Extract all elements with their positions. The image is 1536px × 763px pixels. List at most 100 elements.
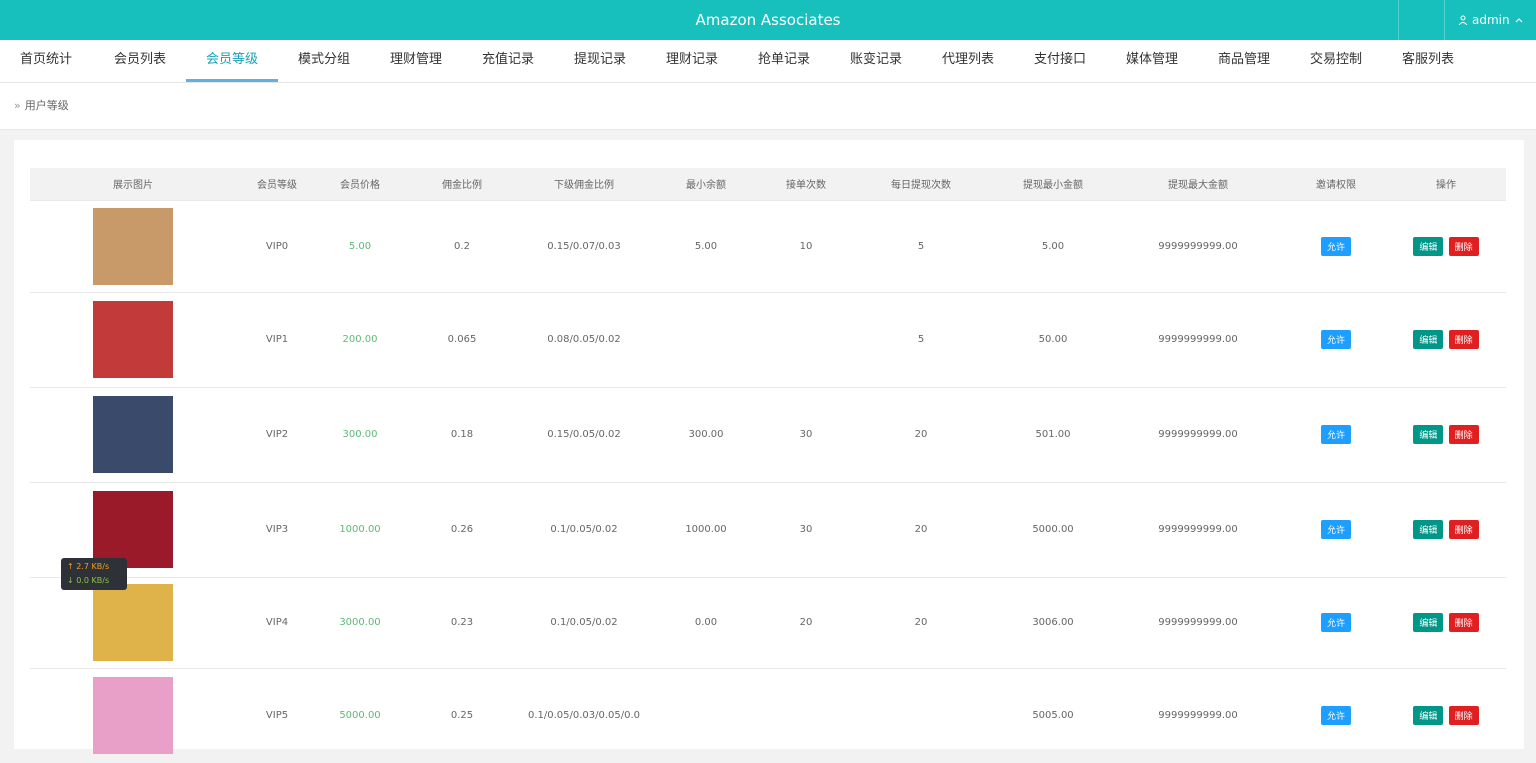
price-cell: 5.00: [318, 199, 402, 292]
column-header: 会员等级: [257, 180, 297, 192]
table-row: VIP4 3000.00 0.23 0.1/0.05/0.02 0.00 20 …: [30, 576, 1506, 668]
nav-item[interactable]: 会员等级: [186, 40, 278, 82]
nav-item[interactable]: 充值记录: [462, 40, 554, 80]
nav-item[interactable]: 媒体管理: [1106, 40, 1198, 80]
allow-badge[interactable]: 允许: [1320, 520, 1351, 539]
sub-commission-cell: 0.1/0.05/0.02: [522, 576, 646, 668]
commission-cell: 0.2: [402, 199, 522, 292]
withdraw-min-cell: 5.00: [996, 199, 1110, 292]
thumbnail-cell: [30, 386, 236, 482]
user-icon: [1458, 15, 1468, 25]
level-cell: VIP3: [236, 481, 318, 577]
nav-item[interactable]: 首页统计: [0, 40, 92, 80]
price-cell: 200.00: [318, 291, 402, 387]
commission-cell: 0.065: [402, 291, 522, 387]
edit-button[interactable]: 编辑: [1413, 706, 1444, 726]
min-balance-cell: 1000.00: [646, 481, 766, 577]
invite-cell: 允许: [1286, 199, 1386, 292]
sub-commission-cell: 0.15/0.07/0.03: [522, 199, 646, 292]
thumbnail-cell: [30, 291, 236, 387]
withdraw-max-cell: 9999999999.00: [1110, 481, 1286, 577]
daily-withdraw-cell: 5: [846, 291, 996, 387]
edit-button[interactable]: 编辑: [1413, 236, 1444, 256]
allow-badge[interactable]: 允许: [1320, 330, 1351, 349]
delete-button[interactable]: 删除: [1448, 236, 1479, 256]
price-cell: 3000.00: [318, 576, 402, 668]
column-header: 每日提现次数: [891, 180, 951, 192]
column-header: 最小余额: [686, 180, 726, 192]
table-header-row: 展示图片 会员等级 会员价格 佣金比例 下级佣金比例 最小余额 接单次数 每日提现次数 提现最小…: [30, 168, 1506, 200]
user-menu[interactable]: admin: [1458, 0, 1524, 40]
delete-button[interactable]: 删除: [1448, 330, 1479, 349]
nav-item[interactable]: 商品管理: [1198, 40, 1290, 80]
min-balance-cell: 5.00: [646, 199, 766, 292]
withdraw-max-cell: 9999999999.00: [1110, 199, 1286, 292]
nav-item[interactable]: 会员列表: [94, 40, 186, 80]
table-row: VIP3 1000.00 0.26 0.1/0.05/0.02 1000.00 …: [30, 481, 1506, 577]
daily-withdraw-cell: 20: [846, 386, 996, 482]
actions-cell: 编辑 删除: [1386, 386, 1506, 482]
delete-button[interactable]: 删除: [1448, 425, 1479, 444]
edit-button[interactable]: 编辑: [1413, 425, 1444, 444]
main-nav: 首页统计 会员列表 会员等级 模式分组 理财管理 充值记录 提现记录 理财记录 抢单记录 账变记录…: [0, 40, 1536, 83]
thumbnail-cell: [30, 576, 236, 668]
product-thumbnail: [93, 491, 173, 568]
orders-cell: 30: [766, 481, 846, 577]
nav-item[interactable]: 理财记录: [646, 40, 738, 80]
orders-cell: [766, 291, 846, 387]
content-panel: 展示图片 会员等级 会员价格 佣金比例 下级佣金比例 最小余额 接单次数 每日提现次数 提现最小…: [14, 140, 1524, 763]
withdraw-min-cell: 501.00: [996, 386, 1110, 482]
product-thumbnail: [93, 396, 173, 473]
edit-button[interactable]: 编辑: [1413, 613, 1444, 632]
table-row: VIP0 5.00 0.2 0.15/0.07/0.03 5.00 10 5 5…: [30, 199, 1506, 292]
allow-badge[interactable]: 允许: [1320, 425, 1351, 444]
nav-item[interactable]: 客服列表: [1382, 40, 1474, 80]
edit-button[interactable]: 编辑: [1413, 520, 1444, 539]
daily-withdraw-cell: 5: [846, 199, 996, 292]
delete-button[interactable]: 删除: [1448, 706, 1479, 726]
allow-badge[interactable]: 允许: [1320, 706, 1351, 726]
withdraw-min-cell: 5000.00: [996, 481, 1110, 577]
nav-item[interactable]: 交易控制: [1290, 40, 1382, 80]
nav-item[interactable]: 代理列表: [922, 40, 1014, 80]
nav-item[interactable]: 提现记录: [554, 40, 646, 80]
orders-cell: 10: [766, 199, 846, 292]
nav-item[interactable]: 模式分组: [278, 40, 370, 80]
delete-button[interactable]: 删除: [1448, 520, 1479, 539]
nav-item[interactable]: 抢单记录: [738, 40, 830, 80]
sub-commission-cell: 0.15/0.05/0.02: [522, 386, 646, 482]
divider: [1444, 0, 1445, 40]
actions-cell: 编辑 删除: [1386, 481, 1506, 577]
withdraw-max-cell: 9999999999.00: [1110, 576, 1286, 668]
column-header: 操作: [1436, 180, 1456, 192]
withdraw-min-cell: 50.00: [996, 291, 1110, 387]
breadcrumb: » 用户等级: [14, 83, 69, 129]
commission-cell: 0.23: [402, 576, 522, 668]
withdraw-max-cell: 9999999999.00: [1110, 386, 1286, 482]
column-header: 提现最大金额: [1168, 180, 1228, 192]
chevron-up-icon: [1515, 18, 1523, 23]
actions-cell: 编辑 删除: [1386, 576, 1506, 668]
column-header: 邀请权限: [1316, 180, 1356, 192]
double-chevron-icon: »: [14, 99, 21, 112]
product-thumbnail: [93, 207, 173, 285]
invite-cell: 允许: [1286, 291, 1386, 387]
daily-withdraw-cell: 20: [846, 481, 996, 577]
top-bar: Amazon Associates admin: [0, 0, 1536, 40]
allow-badge[interactable]: 允许: [1320, 613, 1351, 632]
actions-cell: 编辑 删除: [1386, 199, 1506, 292]
sub-commission-cell: 0.08/0.05/0.02: [522, 291, 646, 387]
invite-cell: 允许: [1286, 386, 1386, 482]
delete-button[interactable]: 删除: [1448, 613, 1479, 632]
column-header: 佣金比例: [442, 180, 482, 192]
product-thumbnail: [93, 584, 173, 661]
min-balance-cell: 300.00: [646, 386, 766, 482]
allow-badge[interactable]: 允许: [1320, 236, 1351, 256]
column-header: 下级佣金比例: [554, 180, 614, 192]
nav-item[interactable]: 支付接口: [1014, 40, 1106, 80]
edit-button[interactable]: 编辑: [1413, 330, 1444, 349]
user-name: admin: [1472, 13, 1510, 27]
nav-item[interactable]: 理财管理: [370, 40, 462, 80]
nav-item[interactable]: 账变记录: [830, 40, 922, 80]
orders-cell: 20: [766, 576, 846, 668]
